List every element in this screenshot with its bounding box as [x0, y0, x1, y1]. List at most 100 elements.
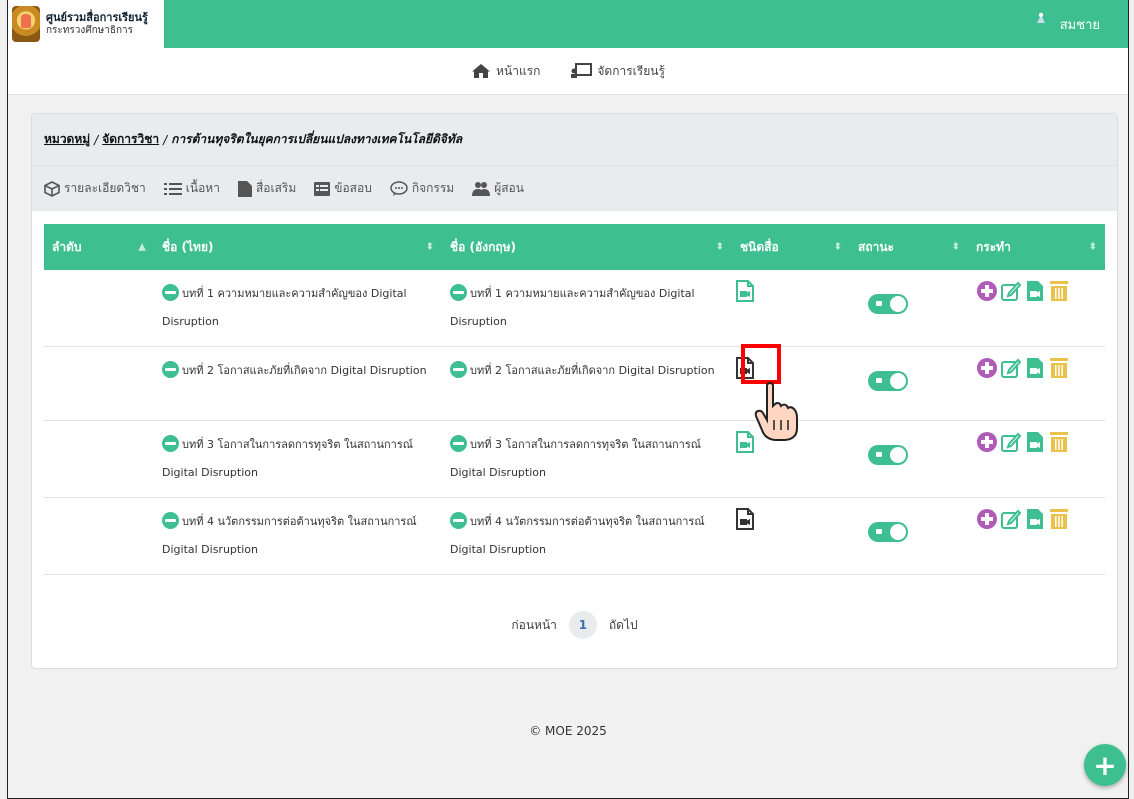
video-file-icon[interactable] [736, 431, 754, 453]
edit-icon[interactable] [1000, 357, 1022, 379]
remove-chapter-icon[interactable] [162, 361, 179, 378]
table-row: บทที่ 1 ความหมายและความสำคัญของ Digital … [44, 270, 1105, 347]
status-toggle[interactable] [868, 445, 908, 465]
add-circle-icon[interactable] [976, 508, 998, 530]
ministry-logo [12, 6, 40, 42]
nav-learning[interactable]: จัดการเรียนรู้ [570, 62, 665, 81]
video-file-icon[interactable] [736, 508, 754, 530]
user-name: สมชาย [1059, 17, 1100, 33]
remove-chapter-icon[interactable] [450, 361, 467, 378]
remove-chapter-icon[interactable] [450, 512, 467, 529]
pagination: ก่อนหน้า 1 ถัดไป [32, 611, 1117, 639]
col-actions[interactable]: กระทำ ⬍ [968, 224, 1105, 270]
add-circle-icon[interactable] [976, 431, 998, 453]
cube-icon [44, 180, 60, 197]
edit-icon[interactable] [1000, 431, 1022, 453]
breadcrumb-section[interactable]: จัดการวิชา [102, 130, 159, 149]
col-name-th[interactable]: ชื่อ (ไทย) ⬍ [154, 224, 442, 270]
video-file-icon[interactable] [1024, 431, 1046, 453]
pager-prev[interactable]: ก่อนหน้า [511, 616, 557, 635]
row-actions [968, 498, 1105, 575]
add-circle-icon[interactable] [976, 357, 998, 379]
row-name-th: บทที่ 1 ความหมายและความสำคัญของ Digital … [154, 270, 442, 347]
row-actions [968, 421, 1105, 498]
user-avatar-icon [1036, 12, 1045, 23]
pager-next[interactable]: ถัดไป [609, 616, 638, 635]
row-status [850, 421, 968, 498]
add-circle-icon[interactable] [976, 280, 998, 302]
course-tabs: รายละเอียดวิชา เนื้อหา สื่อเสริม ข้อสอบ … [32, 166, 1117, 211]
sort-icon[interactable]: ▲ [138, 242, 146, 253]
row-name-th: บทที่ 2 โอกาสและภัยที่เกิดจาก Digital Di… [154, 347, 442, 421]
trash-icon[interactable] [1048, 431, 1070, 453]
sort-icon[interactable]: ⬍ [834, 242, 842, 253]
status-toggle[interactable] [868, 371, 908, 391]
course-card: หมวดหมู่ / จัดการวิชา / การต้านทุจริตในย… [31, 113, 1118, 669]
row-order [44, 270, 154, 347]
trash-icon[interactable] [1048, 508, 1070, 530]
sort-icon[interactable]: ⬍ [952, 242, 960, 253]
nav-home[interactable]: หน้าแรก [471, 62, 540, 81]
trash-icon[interactable] [1048, 357, 1070, 379]
user-menu[interactable]: สมชาย [1036, 12, 1128, 35]
remove-chapter-icon[interactable] [162, 512, 179, 529]
video-file-icon[interactable] [1024, 508, 1046, 530]
brand[interactable]: ศูนย์รวมสื่อการเรียนรู้ กระทรวงศึกษาธิกา… [8, 0, 164, 48]
row-order [44, 421, 154, 498]
brand-title: ศูนย์รวมสื่อการเรียนรู้ [46, 11, 148, 25]
users-icon [472, 181, 491, 196]
row-name-en: บทที่ 3 โอกาสในการลดการทุจริต ในสถานการณ… [442, 421, 732, 498]
row-status [850, 270, 968, 347]
video-file-icon[interactable] [1024, 280, 1046, 302]
row-media-type [732, 498, 850, 575]
table-header-row: ลำดับ ▲ ชื่อ (ไทย) ⬍ ชื่อ (อังกฤษ) ⬍ ชนิดสื… [44, 224, 1105, 270]
row-name-en: บทที่ 4 นวัตกรรมการต่อต้านทุจริต ในสถานก… [442, 498, 732, 575]
content-table: ลำดับ ▲ ชื่อ (ไทย) ⬍ ชื่อ (อังกฤษ) ⬍ ชนิดสื… [44, 224, 1105, 575]
tab-content[interactable]: เนื้อหา [163, 179, 220, 198]
nav-home-label: หน้าแรก [496, 63, 541, 78]
status-toggle[interactable] [868, 294, 908, 314]
col-order[interactable]: ลำดับ ▲ [44, 224, 154, 270]
tab-activity[interactable]: กิจกรรม [390, 179, 454, 198]
top-bar: ศูนย์รวมสื่อการเรียนรู้ กระทรวงศึกษาธิกา… [8, 0, 1128, 48]
add-fab-button[interactable]: + [1084, 744, 1126, 786]
edit-icon[interactable] [1000, 508, 1022, 530]
row-name-en: บทที่ 2 โอกาสและภัยที่เกิดจาก Digital Di… [442, 347, 732, 421]
sort-icon[interactable]: ⬍ [716, 242, 724, 253]
pager-page-1[interactable]: 1 [568, 611, 597, 639]
row-actions [968, 270, 1105, 347]
row-order [44, 498, 154, 575]
remove-chapter-icon[interactable] [450, 435, 467, 452]
file-icon [237, 180, 252, 197]
col-name-en[interactable]: ชื่อ (อังกฤษ) ⬍ [442, 224, 732, 270]
remove-chapter-icon[interactable] [450, 284, 467, 301]
remove-chapter-icon[interactable] [162, 435, 179, 452]
col-status[interactable]: สถานะ ⬍ [850, 224, 968, 270]
video-file-icon[interactable] [736, 280, 754, 302]
tab-instructors[interactable]: ผู้สอน [472, 179, 524, 198]
table-row: บทที่ 3 โอกาสในการลดการทุจริต ในสถานการณ… [44, 421, 1105, 498]
row-name-th: บทที่ 3 โอกาสในการลดการทุจริต ในสถานการณ… [154, 421, 442, 498]
remove-chapter-icon[interactable] [162, 284, 179, 301]
brand-subtitle: กระทรวงศึกษาธิการ [46, 24, 134, 36]
status-toggle[interactable] [868, 522, 908, 542]
home-icon [472, 64, 491, 78]
footer-copyright: © MOE 2025 [529, 724, 607, 738]
tab-course-details[interactable]: รายละเอียดวิชา [44, 179, 146, 198]
row-name-en: บทที่ 1 ความหมายและความสำคัญของ Digital … [442, 270, 732, 347]
sort-icon[interactable]: ⬍ [1089, 242, 1097, 253]
video-file-icon[interactable] [1024, 357, 1046, 379]
edit-icon[interactable] [1000, 280, 1022, 302]
breadcrumb-root[interactable]: หมวดหมู่ [44, 130, 90, 149]
nav-learning-label: จัดการเรียนรู้ [597, 63, 665, 78]
trash-icon[interactable] [1048, 280, 1070, 302]
col-media-type[interactable]: ชนิดสื่อ ⬍ [732, 224, 850, 270]
row-status [850, 498, 968, 575]
tab-exam[interactable]: ข้อสอบ [314, 179, 372, 198]
breadcrumb-current: การต้านทุจริตในยุคการเปลี่ยนแปลงทางเทคโน… [171, 132, 463, 146]
sort-icon[interactable]: ⬍ [426, 242, 434, 253]
tab-supplementary[interactable]: สื่อเสริม [237, 179, 296, 198]
row-actions [968, 347, 1105, 421]
table-row: บทที่ 2 โอกาสและภัยที่เกิดจาก Digital Di… [44, 347, 1105, 421]
breadcrumb: หมวดหมู่ / จัดการวิชา / การต้านทุจริตในย… [32, 114, 1117, 166]
